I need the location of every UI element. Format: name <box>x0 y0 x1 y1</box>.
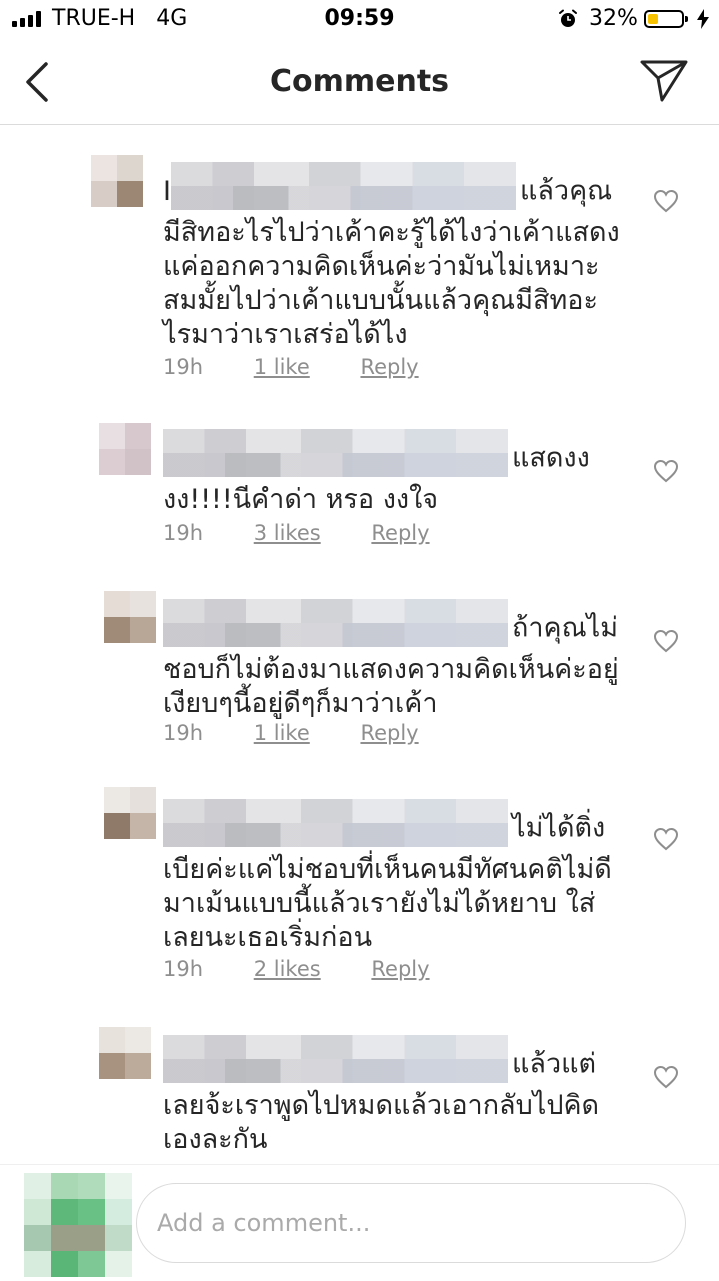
send-button[interactable] <box>638 58 690 104</box>
likes-link[interactable]: 3 likes <box>254 521 321 545</box>
comment-text: ไม่ได้ติ่งเบียค่ะแค่ไม่ชอบที่เห็นคนมีทัศ… <box>163 799 623 955</box>
avatar[interactable] <box>104 591 156 643</box>
status-bar: TRUE-H 4G 09:59 32% <box>0 0 719 40</box>
heart-icon[interactable] <box>653 827 679 851</box>
avatar[interactable] <box>104 787 156 839</box>
avatar[interactable] <box>99 423 151 475</box>
comment-text: แสดงงงง!!!!นีคำด่า หรอ งงใจ <box>163 429 623 517</box>
heart-icon[interactable] <box>653 629 679 653</box>
comment-meta: 19h 1 like Reply <box>163 355 463 379</box>
comment-time: 19h <box>163 721 204 745</box>
comment-time: 19h <box>163 521 204 545</box>
heart-icon[interactable] <box>653 459 679 483</box>
avatar[interactable] <box>91 155 143 207</box>
username-blurred[interactable]: I <box>163 162 520 210</box>
comment-text: ถ้าคุณไม่ชอบก็ไม่ต้องมาแสดงความคิดเห็นค่… <box>163 599 623 721</box>
likes-link[interactable]: 1 like <box>254 355 310 379</box>
page-title: Comments <box>269 64 450 99</box>
comment-text: I แล้วคุณมีสิทอะไรไปว่าเค้าคะรู้ได้ไงว่าเ… <box>163 162 623 352</box>
reply-button[interactable]: Reply <box>371 957 429 981</box>
username-blurred[interactable] <box>163 429 512 477</box>
comment-time: 19h <box>163 355 204 379</box>
reply-button[interactable]: Reply <box>360 721 418 745</box>
likes-link[interactable]: 1 like <box>254 721 310 745</box>
comment-time: 19h <box>163 957 204 981</box>
likes-link[interactable]: 2 likes <box>254 957 321 981</box>
alarm-icon <box>559 9 577 27</box>
comment-composer <box>0 1164 719 1281</box>
avatar[interactable] <box>99 1027 151 1079</box>
comments-list[interactable]: I แล้วคุณมีสิทอะไรไปว่าเค้าคะรู้ได้ไงว่าเ… <box>0 125 719 1165</box>
my-avatar <box>24 1173 132 1277</box>
username-blurred[interactable] <box>163 599 512 647</box>
comment-text: แล้วแต่เลยจ้ะเราพูดไปหมดแล้วเอากลับไปคิด… <box>163 1035 623 1157</box>
reply-button[interactable]: Reply <box>371 521 429 545</box>
reply-button[interactable]: Reply <box>360 355 418 379</box>
heart-icon[interactable] <box>653 189 679 213</box>
battery-percent: 32% <box>589 6 638 31</box>
comment-input[interactable] <box>136 1183 686 1263</box>
nav-bar: Comments <box>0 40 719 125</box>
username-blurred[interactable] <box>163 1035 512 1083</box>
username-blurred[interactable] <box>163 799 512 847</box>
comment-meta: 19h 1 like Reply <box>163 721 463 745</box>
heart-icon[interactable] <box>653 1065 679 1089</box>
comment-meta: 19h 2 likes Reply <box>163 957 474 981</box>
battery-icon <box>644 10 688 28</box>
comment-meta: 19h 3 likes Reply <box>163 521 474 545</box>
charging-icon <box>697 9 709 29</box>
